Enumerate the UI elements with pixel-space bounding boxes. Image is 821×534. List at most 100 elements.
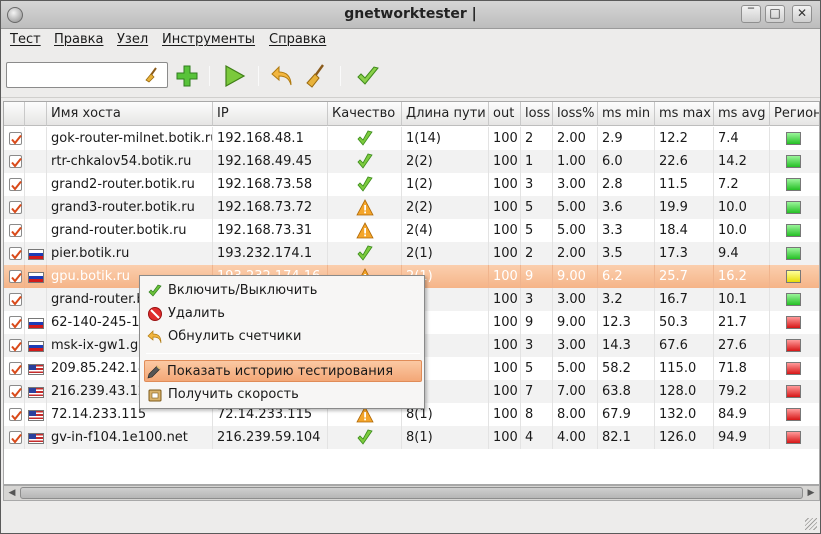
table-row[interactable]: grand3-router.botik.ru 192.168.73.72 2(2) 1… [4,196,819,219]
enable-checkbox[interactable] [9,270,22,283]
cell-loss: 1 [521,150,553,173]
enable-checkbox[interactable] [9,178,22,191]
header-col-region[interactable]: Регион [770,102,819,126]
undo-icon[interactable] [269,63,295,89]
table-row[interactable]: rtr-chkalov54.botik.ru 192.168.49.45 2(2) 1… [4,150,819,173]
apply-check-icon[interactable] [355,63,381,89]
enable-checkbox[interactable] [9,224,22,237]
cell-ms-max: 25.7 [655,265,714,288]
broom-icon[interactable] [303,63,329,89]
cell-ms-min: 58.2 [598,357,655,380]
table-row[interactable]: pier.botik.ru 193.232.174.1 2(1) 100 2 2.00 3.… [4,242,819,265]
menu-edit[interactable]: Правка [54,32,103,47]
broom-icon[interactable] [143,66,161,84]
enable-checkbox[interactable] [9,385,22,398]
cell-ip: 216.239.59.104 [213,426,328,449]
header-col-out[interactable]: out [489,102,521,126]
close-button[interactable]: ✕ [792,5,812,23]
header-col-flag[interactable] [25,102,47,126]
region-red-icon [786,339,801,352]
cell-quality [328,242,402,265]
cell-loss: 8 [521,403,553,426]
quality-ok-icon [357,153,373,169]
cell-ms-max: 22.6 [655,150,714,173]
cell-loss: 4 [521,426,553,449]
enable-checkbox[interactable] [9,316,22,329]
enable-checkbox[interactable] [9,247,22,260]
cell-region [770,311,819,334]
cell-path-length: 2(2) [402,196,489,219]
enable-checkbox[interactable] [9,339,22,352]
enable-checkbox[interactable] [9,132,22,145]
minimize-button[interactable]: ‾ [741,5,761,23]
quality-ok-icon [357,429,373,445]
header-col-path-length[interactable]: Длина пути [402,102,489,126]
cell-path-length: 2(4) [402,219,489,242]
cell-region [770,334,819,357]
cell-enabled [4,334,25,357]
header-col-hostname[interactable]: Имя хоста [47,102,213,126]
title-bar[interactable]: gnetworktester | ‾ □ ✕ [1,1,820,29]
cell-enabled [4,219,25,242]
menu-item-delete[interactable]: Удалить [142,303,422,325]
header-col-loss-percent[interactable]: loss% [553,102,598,126]
menu-help[interactable]: Справка [269,32,326,47]
cell-flag [25,380,47,403]
scroll-left-icon[interactable]: ◀ [5,486,19,500]
menu-separator [146,353,420,354]
menu-item-label: Обнулить счетчики [168,329,302,344]
cell-ms-max: 128.0 [655,380,714,403]
cell-region [770,219,819,242]
horizontal-scrollbar[interactable]: ◀ ▶ [3,485,820,501]
cell-ms-min: 2.8 [598,173,655,196]
flag-ru-icon [28,249,44,260]
menu-item-get-speed[interactable]: Получить скорость [142,384,422,406]
play-icon[interactable] [221,63,247,89]
enable-checkbox[interactable] [9,155,22,168]
cell-ip: 193.232.174.1 [213,242,328,265]
cell-path-length: 2(2) [402,150,489,173]
resize-grip-icon[interactable] [805,518,817,530]
menu-tools[interactable]: Инструменты [162,32,255,47]
cell-region [770,357,819,380]
region-red-icon [786,408,801,421]
header-col-ms-max[interactable]: ms max [655,102,714,126]
table-row[interactable]: grand-router.botik.ru 192.168.73.31 2(4) 10… [4,219,819,242]
enable-checkbox[interactable] [9,408,22,421]
cell-loss: 5 [521,196,553,219]
cell-ms-min: 14.3 [598,334,655,357]
header-col-ms-min[interactable]: ms min [598,102,655,126]
header-col-enabled[interactable] [4,102,25,126]
menu-test[interactable]: Тест [10,32,41,47]
cell-enabled [4,288,25,311]
table-row[interactable]: gok-router-milnet.botik.ru 192.168.48.1 1(… [4,127,819,150]
quality-warning-icon [356,199,374,216]
header-col-loss[interactable]: loss [521,102,553,126]
header-col-quality[interactable]: Качество [328,102,402,126]
window-title: gnetworktester | [344,6,477,22]
table-row[interactable]: gv-in-f104.1e100.net 216.239.59.104 8(1) 10… [4,426,819,449]
maximize-button[interactable]: □ [765,5,785,23]
menu-item-toggle[interactable]: Включить/Выключить [142,280,422,302]
region-green-icon [786,247,801,260]
enable-checkbox[interactable] [9,293,22,306]
table-row[interactable]: grand2-router.botik.ru 192.168.73.58 1(2) 1… [4,173,819,196]
menu-item-reset-counters[interactable]: Обнулить счетчики [142,326,422,348]
header-col-ms-avg[interactable]: ms avg [714,102,770,126]
menu-node[interactable]: Узел [117,32,148,47]
enable-checkbox[interactable] [9,362,22,375]
header-col-ip[interactable]: IP [213,102,328,126]
region-red-icon [786,431,801,444]
delete-icon [148,307,162,321]
cell-hostname: grand3-router.botik.ru [47,196,213,219]
cell-ms-avg: 7.2 [714,173,770,196]
menu-item-show-history[interactable]: Показать историю тестирования [144,360,422,382]
scrollbar-thumb[interactable] [20,487,803,499]
cell-loss: 9 [521,265,553,288]
search-input[interactable] [9,65,139,85]
enable-checkbox[interactable] [9,431,22,444]
cell-region [770,288,819,311]
enable-checkbox[interactable] [9,201,22,214]
add-host-icon[interactable] [174,63,200,89]
scroll-right-icon[interactable]: ▶ [804,486,818,500]
